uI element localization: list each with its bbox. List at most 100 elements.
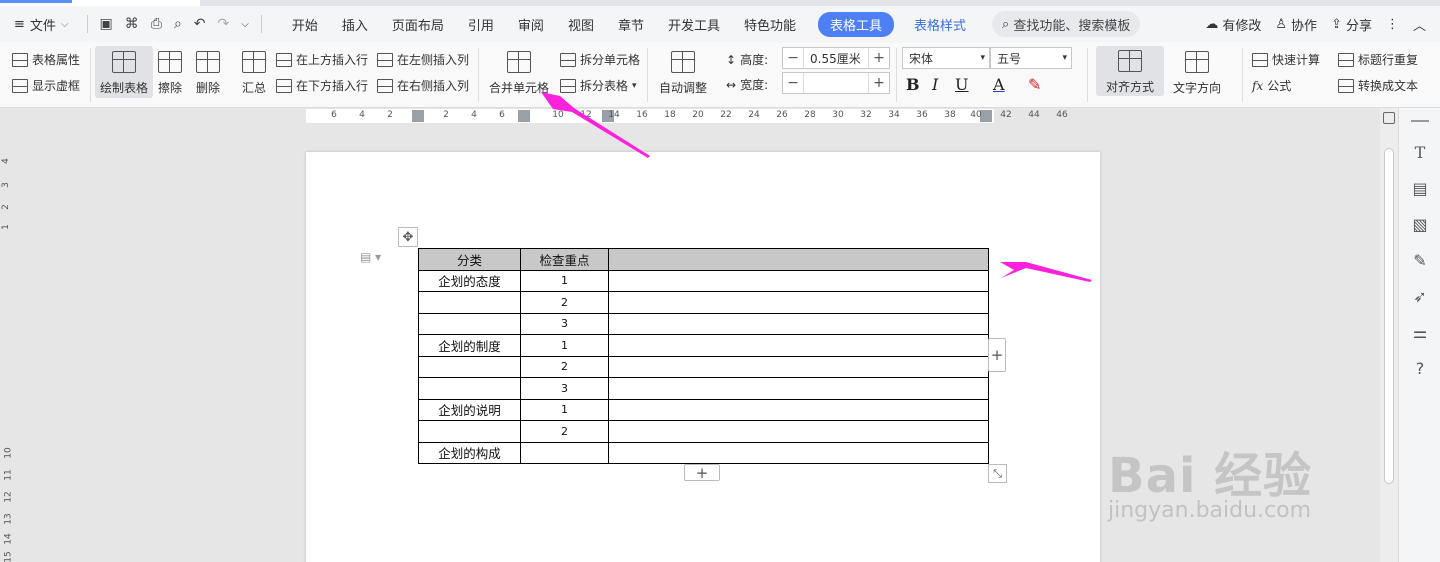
- summary-button[interactable]: 汇总: [242, 51, 266, 96]
- preview-icon[interactable]: ⌕: [174, 16, 182, 32]
- vertical-scrollbar[interactable]: [1380, 108, 1398, 562]
- collapse-icon[interactable]: ︿: [1413, 15, 1426, 34]
- text-direction-button[interactable]: 文字方向: [1173, 51, 1221, 96]
- document-settings-icon[interactable]: ▧: [1410, 214, 1430, 234]
- table-resize-handle[interactable]: ⤡: [988, 464, 1007, 483]
- table-cell[interactable]: [608, 269, 989, 292]
- redo-icon[interactable]: ↷: [218, 16, 230, 32]
- insert-col-left-button[interactable]: 在左侧插入列: [377, 51, 469, 68]
- table-cell[interactable]: 企划的制度: [418, 334, 521, 357]
- table-row[interactable]: 2: [418, 355, 989, 378]
- table-cell[interactable]: 3: [520, 377, 609, 400]
- tab-table-tools[interactable]: 表格工具: [818, 11, 895, 37]
- tab-layout[interactable]: 页面布局: [380, 15, 456, 34]
- height-field[interactable]: − 0.55厘米 +: [782, 47, 890, 69]
- table-row[interactable]: 企划的构成: [418, 441, 989, 464]
- convert-text-button[interactable]: 转换成文本: [1338, 77, 1418, 94]
- scroll-top-icon[interactable]: [1383, 112, 1395, 124]
- height-value[interactable]: 0.55厘米: [803, 48, 869, 68]
- insert-col-right-button[interactable]: 在右侧插入列: [377, 77, 469, 94]
- table-cell[interactable]: [608, 377, 989, 400]
- vertical-ruler[interactable]: 4 3 2 1 10 11 12 13 14 15: [0, 124, 16, 562]
- save-icon[interactable]: ▣: [100, 16, 113, 32]
- repeat-header-button[interactable]: 标题行重复: [1338, 51, 1418, 68]
- pen-icon[interactable]: ✎: [1410, 250, 1430, 270]
- width-decrease-button[interactable]: −: [783, 75, 803, 91]
- table-cell[interactable]: [608, 248, 989, 271]
- font-color-button[interactable]: A: [993, 75, 1005, 94]
- more-icon[interactable]: ⋮: [1386, 17, 1399, 32]
- table-cell[interactable]: [608, 420, 989, 443]
- scrollbar-thumb[interactable]: [1384, 148, 1394, 484]
- table-cell[interactable]: [608, 312, 989, 335]
- table-cell[interactable]: 检查重点: [520, 248, 609, 271]
- width-increase-button[interactable]: +: [869, 75, 889, 91]
- add-column-button[interactable]: +: [988, 338, 1006, 372]
- font-size-select[interactable]: 五号 ▾: [990, 47, 1072, 69]
- table-cell[interactable]: [418, 420, 521, 443]
- table-cell[interactable]: 3: [520, 312, 609, 335]
- quick-calc-button[interactable]: 快速计算: [1252, 51, 1320, 68]
- table-row[interactable]: 3: [418, 312, 989, 335]
- modified-button[interactable]: ☁ 有修改: [1205, 15, 1261, 34]
- table-row[interactable]: 2: [418, 291, 989, 314]
- table-properties-button[interactable]: 表格属性: [12, 51, 80, 68]
- width-field[interactable]: − +: [782, 72, 890, 94]
- formula-button[interactable]: fx 公式: [1252, 77, 1291, 94]
- underline-button[interactable]: U: [955, 75, 968, 94]
- ruler-right-margin[interactable]: [980, 110, 992, 122]
- table-cell[interactable]: 企划的构成: [418, 441, 521, 464]
- table-cell[interactable]: 2: [520, 355, 609, 378]
- ruler-left-margin[interactable]: [412, 110, 424, 122]
- tab-start[interactable]: 开始: [280, 15, 330, 34]
- height-increase-button[interactable]: +: [869, 50, 889, 66]
- text-style-icon[interactable]: T: [1410, 142, 1430, 162]
- document-icon[interactable]: ▤: [1410, 178, 1430, 198]
- table-cell[interactable]: 企划的说明: [418, 398, 521, 421]
- table-cell[interactable]: [418, 355, 521, 378]
- print-icon[interactable]: ⎙: [151, 16, 162, 32]
- tab-developer[interactable]: 开发工具: [656, 15, 732, 34]
- table-cell[interactable]: 1: [520, 398, 609, 421]
- table-cell[interactable]: [608, 355, 989, 378]
- table-cell[interactable]: [418, 312, 521, 335]
- customize-icon[interactable]: ⌵: [241, 19, 249, 30]
- merge-cells-button[interactable]: 合并单元格: [489, 51, 549, 96]
- table-cell[interactable]: [520, 441, 609, 464]
- help-icon[interactable]: ?: [1410, 358, 1430, 378]
- delete-button[interactable]: 删除: [196, 51, 220, 96]
- share-button[interactable]: ⇪ 分享: [1331, 15, 1372, 34]
- tab-insert[interactable]: 插入: [330, 15, 380, 34]
- draw-table-button[interactable]: 绘制表格: [95, 46, 153, 98]
- font-name-select[interactable]: 宋体 ▾: [902, 47, 990, 69]
- show-gridlines-button[interactable]: 显示虚框: [12, 77, 80, 94]
- table-cell[interactable]: 1: [520, 269, 609, 292]
- table-cell[interactable]: [608, 398, 989, 421]
- erase-button[interactable]: 擦除: [158, 51, 182, 96]
- table-cell[interactable]: [608, 334, 989, 357]
- insert-row-below-button[interactable]: 在下方插入行: [276, 77, 368, 94]
- table-cell[interactable]: 1: [520, 334, 609, 357]
- table-cell[interactable]: 2: [520, 420, 609, 443]
- tab-chapter[interactable]: 章节: [606, 15, 656, 34]
- tab-features[interactable]: 特色功能: [732, 15, 808, 34]
- table-cell[interactable]: 企划的态度: [418, 269, 521, 292]
- sliders-icon[interactable]: ⚌: [1410, 322, 1430, 342]
- pointer-icon[interactable]: ➶: [1410, 286, 1430, 306]
- table-row[interactable]: 3: [418, 377, 989, 400]
- auto-adjust-button[interactable]: 自动调整: [659, 51, 707, 96]
- table-cell[interactable]: 2: [520, 291, 609, 314]
- table-row[interactable]: 企划的说明 1: [418, 398, 989, 421]
- feature-search[interactable]: ⌕ 查找功能、搜索模板: [992, 11, 1141, 37]
- tab-review[interactable]: 审阅: [506, 15, 556, 34]
- table-header-row[interactable]: 分类 检查重点: [418, 248, 989, 271]
- table-cell[interactable]: [608, 291, 989, 314]
- table-row[interactable]: 2: [418, 420, 989, 443]
- highlight-button[interactable]: ✎: [1028, 75, 1041, 94]
- collab-button[interactable]: ♙ 协作: [1275, 15, 1317, 34]
- ruler-column-marker[interactable]: [518, 110, 530, 122]
- split-table-button[interactable]: 拆分表格 ▾: [560, 77, 637, 94]
- tab-table-style[interactable]: 表格样式: [902, 15, 978, 34]
- table-cell[interactable]: [418, 377, 521, 400]
- bold-button[interactable]: B: [906, 75, 920, 94]
